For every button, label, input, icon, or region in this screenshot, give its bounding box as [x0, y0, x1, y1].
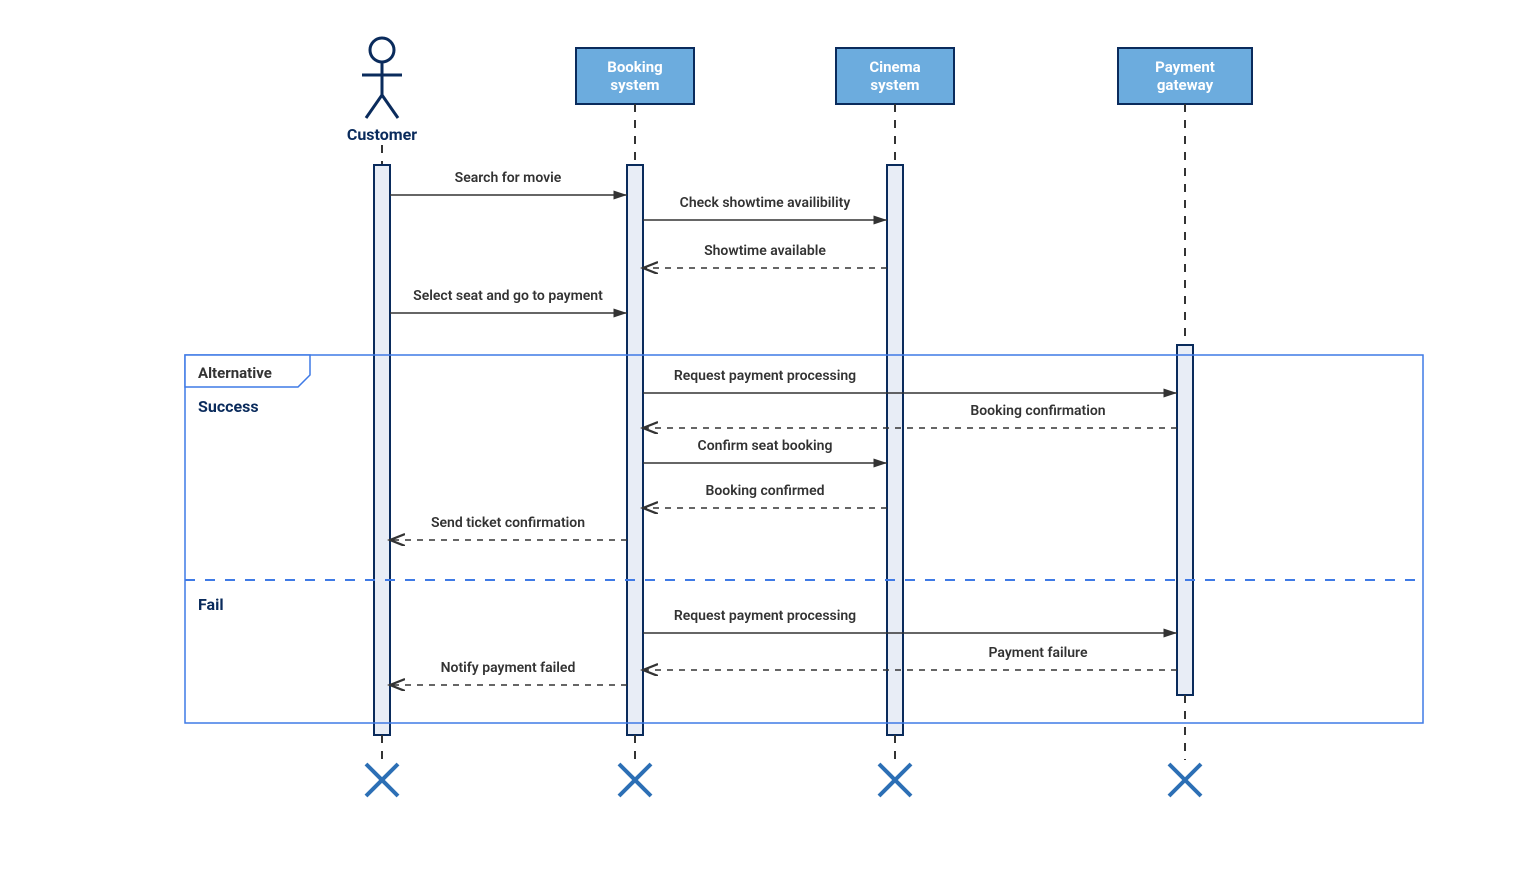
svg-text:Showtime available: Showtime available: [704, 243, 826, 259]
message-m7: Confirm seat booking: [643, 438, 887, 463]
svg-text:Send ticket confirmation: Send ticket confirmation: [431, 515, 585, 531]
svg-text:Booking confirmed: Booking confirmed: [705, 483, 824, 499]
destruction-customer: [366, 764, 398, 796]
participant-cinema-label-l1: Cinema: [869, 58, 920, 76]
activation-payment: [1177, 345, 1193, 695]
svg-text:Notify payment failed: Notify payment failed: [441, 660, 576, 676]
message-m6: Booking confirmation: [643, 403, 1177, 428]
svg-text:Booking confirmation: Booking confirmation: [970, 403, 1105, 419]
actor-customer-label: Customer: [347, 125, 417, 144]
destruction-booking: [619, 764, 651, 796]
activation-booking: [627, 165, 643, 735]
message-m5: Request payment processing: [643, 368, 1177, 393]
alt-label-text: Alternative: [198, 364, 272, 382]
participant-payment-label-l1: Payment: [1155, 58, 1215, 76]
activation-customer: [374, 165, 390, 735]
message-m10: Request payment processing: [643, 608, 1177, 633]
alt-frame: [185, 355, 1423, 723]
message-m1: Search for movie: [390, 170, 627, 195]
svg-text:Confirm seat booking: Confirm seat booking: [698, 438, 833, 454]
activation-cinema: [887, 165, 903, 735]
sequence-diagram: Customer Booking system Cinema system Pa…: [0, 0, 1452, 838]
alt-region-success: Success: [198, 397, 259, 416]
message-m3: Showtime available: [643, 243, 887, 268]
actor-customer: Customer: [347, 38, 417, 144]
svg-text:Select seat and go to payment: Select seat and go to payment: [413, 288, 603, 304]
alt-region-fail: Fail: [198, 595, 224, 614]
message-m12: Notify payment failed: [390, 660, 627, 685]
participant-booking-label-l1: Booking: [607, 58, 662, 76]
diagram-canvas: Customer Booking system Cinema system Pa…: [0, 0, 1452, 838]
svg-text:Request payment processing: Request payment processing: [674, 368, 856, 384]
svg-text:Check showtime availibility: Check showtime availibility: [680, 195, 851, 211]
participant-booking-label-l2: system: [610, 76, 659, 94]
participant-cinema-label-l2: system: [870, 76, 919, 94]
participant-booking: Booking system: [576, 48, 694, 104]
message-m8: Booking confirmed: [643, 483, 887, 508]
participant-payment-label-l2: gateway: [1157, 76, 1214, 94]
svg-text:Payment failure: Payment failure: [989, 645, 1088, 661]
message-m9: Send ticket confirmation: [390, 515, 627, 540]
message-m4: Select seat and go to payment: [390, 288, 627, 313]
destruction-cinema: [879, 764, 911, 796]
message-m2: Check showtime availibility: [643, 195, 887, 220]
participant-cinema: Cinema system: [836, 48, 954, 104]
participant-payment: Payment gateway: [1118, 48, 1252, 104]
message-m11: Payment failure: [643, 645, 1177, 670]
svg-text:Search for movie: Search for movie: [455, 170, 562, 186]
destruction-payment: [1169, 764, 1201, 796]
svg-text:Request payment processing: Request payment processing: [674, 608, 856, 624]
